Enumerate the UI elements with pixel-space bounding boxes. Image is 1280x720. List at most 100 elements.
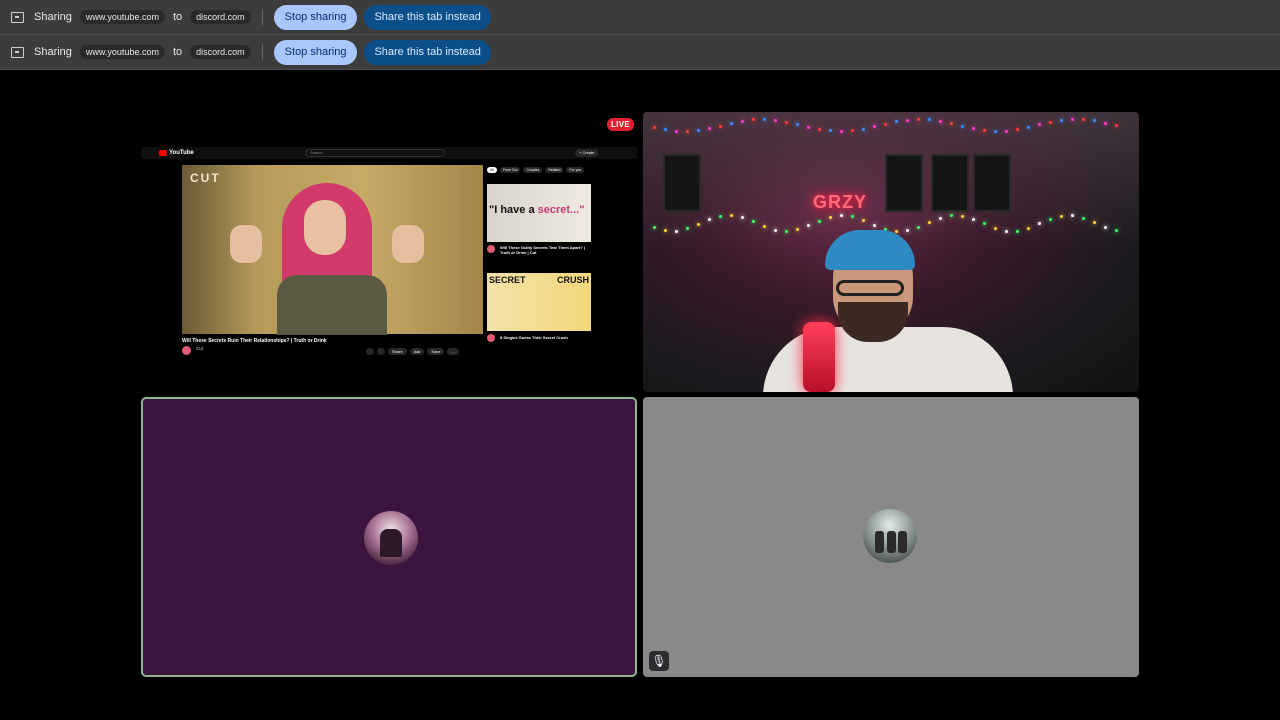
light-bulb xyxy=(994,226,997,230)
youtube-logo: YouTube xyxy=(159,150,194,156)
side-channel-avatar xyxy=(487,334,495,342)
light-bulb xyxy=(763,118,766,122)
to-label: to xyxy=(172,11,183,23)
source-chip: www.youtube.com xyxy=(79,45,165,59)
share-this-tab-button[interactable]: Share this tab instead xyxy=(364,4,491,30)
poster-frame xyxy=(931,154,969,212)
chip-couples: Couples xyxy=(523,167,543,173)
target-chip: discord.com xyxy=(190,10,251,24)
light-bulb xyxy=(697,128,700,132)
light-bulb xyxy=(774,118,777,122)
side-video-thumbnail: SECRET CRUSH xyxy=(487,273,591,331)
light-bulb xyxy=(961,214,964,218)
light-bulb xyxy=(1104,225,1107,229)
light-bulb xyxy=(807,125,810,129)
screen-share-icon xyxy=(11,46,24,58)
light-bulb xyxy=(818,127,821,131)
light-bulb xyxy=(840,129,843,133)
create-button: + Create xyxy=(575,149,599,157)
more-button: ... xyxy=(447,348,459,355)
participant-avatar xyxy=(863,509,917,563)
light-bulb xyxy=(1082,216,1085,220)
filter-chips: All From Cut Couples Related For you xyxy=(487,167,585,173)
light-bulb xyxy=(785,120,788,124)
light-bulb xyxy=(906,118,909,122)
poster-frame xyxy=(973,154,1011,212)
chip-for-you: For you xyxy=(566,167,585,173)
video-player: CUT xyxy=(182,165,483,335)
stop-sharing-button[interactable]: Stop sharing xyxy=(273,39,358,65)
light-bulb xyxy=(686,129,689,133)
youtube-header: YouTube Search + Create xyxy=(141,147,637,159)
light-bulb xyxy=(1005,229,1008,233)
ask-button: Ask xyxy=(409,348,425,355)
poster-frame xyxy=(663,154,701,212)
light-bulb xyxy=(939,120,942,123)
light-bulb xyxy=(884,122,887,126)
share-bar: Sharing www.youtube.com to discord.com S… xyxy=(0,35,1280,70)
light-bulb xyxy=(741,119,744,123)
participant-avatar xyxy=(364,511,418,565)
video-title: Will These Secrets Ruin Their Relationsh… xyxy=(182,338,327,344)
light-bulb xyxy=(1005,129,1008,133)
light-bulb xyxy=(1049,120,1052,124)
like-button xyxy=(366,348,374,355)
sharing-label: Sharing xyxy=(34,11,72,23)
light-bulb xyxy=(829,215,832,219)
side-video-title: 8 Singles Guess Their Secret Crush xyxy=(500,335,568,340)
side-channel-avatar xyxy=(487,245,495,253)
side-video-title: Will These Guilty Secrets Tear Them Apar… xyxy=(500,245,585,255)
chip-all: All xyxy=(487,167,497,173)
video-actions: Share Ask Save ... xyxy=(366,348,459,355)
light-bulb xyxy=(939,216,942,220)
light-bulb xyxy=(840,214,843,217)
light-bulb xyxy=(917,225,920,229)
youtube-search-input: Search xyxy=(305,149,445,157)
source-chip: www.youtube.com xyxy=(79,10,165,24)
muted-mic-icon[interactable]: 🎙︎ xyxy=(649,651,669,671)
light-bulb xyxy=(1027,226,1030,230)
light-bulb xyxy=(675,129,678,133)
light-bulb xyxy=(972,217,975,221)
light-bulb xyxy=(1016,229,1019,233)
channel-logo: CUT xyxy=(190,171,221,185)
light-bulb xyxy=(796,123,799,127)
light-bulb xyxy=(774,228,777,232)
share-this-tab-button[interactable]: Share this tab instead xyxy=(364,39,491,65)
channel-name: Cut xyxy=(196,346,204,351)
target-chip: discord.com xyxy=(190,45,251,59)
light-bulb xyxy=(961,124,964,128)
light-bulb xyxy=(1093,220,1096,224)
light-bulb xyxy=(1049,217,1052,221)
light-bulb xyxy=(873,223,876,227)
chip-from-cut: From Cut xyxy=(499,167,521,173)
sharing-label: Sharing xyxy=(34,46,72,58)
light-bulb xyxy=(719,214,722,218)
divider xyxy=(261,44,263,60)
light-bulb xyxy=(785,229,788,233)
screen-share-icon xyxy=(11,11,24,23)
stream-tile[interactable]: YouTube Search + Create CUT Will These S… xyxy=(141,112,637,392)
light-bulb xyxy=(994,129,997,133)
participant-tile[interactable]: 🎙︎ xyxy=(643,397,1139,677)
light-bulb xyxy=(730,122,733,125)
light-bulb xyxy=(862,127,865,131)
light-bulb xyxy=(719,124,722,128)
poster-frame xyxy=(885,154,923,212)
light-bulb xyxy=(818,219,821,223)
stop-sharing-button[interactable]: Stop sharing xyxy=(273,4,358,30)
participant-tile[interactable] xyxy=(141,397,637,677)
light-bulb xyxy=(675,229,678,233)
light-bulb xyxy=(1060,214,1063,218)
light-bulb xyxy=(895,229,898,233)
camera-tile[interactable]: GRZY xyxy=(643,112,1139,392)
dislike-button xyxy=(377,348,385,355)
microphone xyxy=(803,322,835,392)
light-bulb xyxy=(1104,121,1107,125)
live-badge: LIVE xyxy=(607,118,634,131)
divider xyxy=(261,9,263,25)
chip-related: Related xyxy=(545,167,564,173)
light-bulb xyxy=(928,220,931,224)
glasses xyxy=(836,280,904,296)
to-label: to xyxy=(172,46,183,58)
